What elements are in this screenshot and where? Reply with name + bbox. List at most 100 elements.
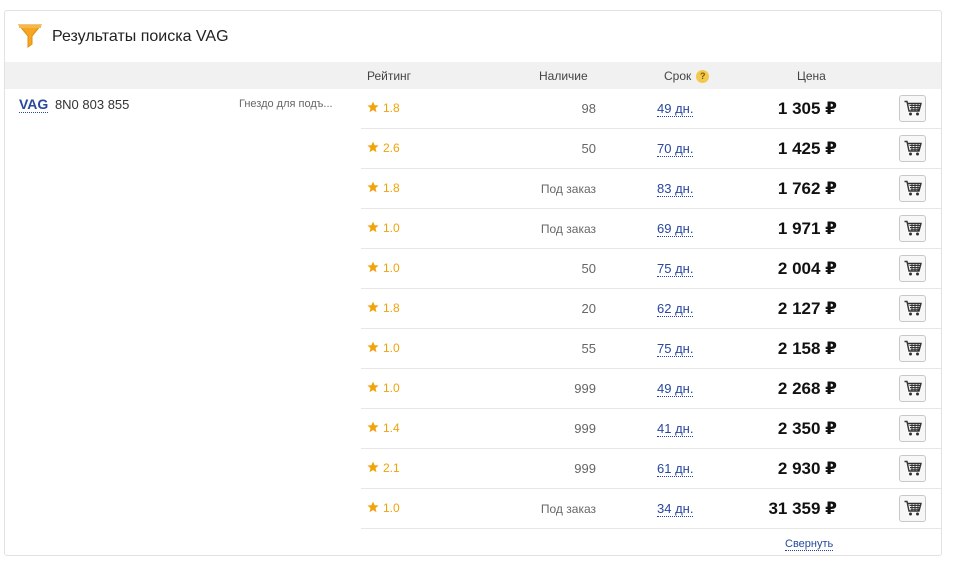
rating-value: 1.8	[383, 101, 400, 115]
availability-value: Под заказ	[540, 222, 596, 236]
delivery-term-link[interactable]: 75 дн.	[657, 261, 694, 277]
star-icon	[367, 421, 379, 433]
add-to-cart-button[interactable]	[899, 415, 926, 442]
price-value: 1 425 ₽	[777, 139, 837, 158]
star-icon	[367, 221, 379, 233]
star-icon	[367, 261, 379, 273]
delivery-term-link[interactable]: 62 дн.	[657, 301, 694, 317]
availability-value: 55	[581, 341, 596, 356]
offer-row: 2.1 999 61 дн. 2 930 ₽	[361, 449, 941, 489]
add-to-cart-button[interactable]	[899, 95, 926, 122]
rating: 1.4	[367, 421, 400, 435]
rating: 1.0	[367, 341, 400, 355]
rating-value: 1.0	[383, 341, 400, 355]
delivery-term-link[interactable]: 70 дн.	[657, 141, 694, 157]
cart-icon	[904, 260, 922, 276]
delivery-term-link[interactable]: 49 дн.	[657, 101, 694, 117]
rating-value: 1.8	[383, 181, 400, 195]
cart-icon	[904, 380, 922, 396]
star-icon	[367, 501, 379, 513]
rating-value: 1.0	[383, 261, 400, 275]
add-to-cart-button[interactable]	[899, 255, 926, 282]
collapse-link[interactable]: Свернуть	[785, 538, 834, 551]
rating: 1.0	[367, 221, 400, 235]
delivery-term-link[interactable]: 41 дн.	[657, 421, 694, 437]
add-to-cart-button[interactable]	[899, 215, 926, 242]
delivery-term-link[interactable]: 49 дн.	[657, 381, 694, 397]
offers-list: 1.8 98 49 дн. 1 305 ₽ 2.6 50 70 дн. 1 42…	[361, 89, 941, 529]
cart-icon	[904, 460, 922, 476]
price-value: 1 762 ₽	[777, 179, 837, 198]
star-icon	[367, 301, 379, 313]
delivery-term-link[interactable]: 34 дн.	[657, 501, 694, 517]
filter-icon	[18, 24, 42, 48]
star-icon	[367, 381, 379, 393]
rating-value: 1.0	[383, 221, 400, 235]
cart-icon	[904, 220, 922, 236]
table-header: Рейтинг Наличие Срок? Цена	[5, 62, 941, 89]
offer-row: 1.8 Под заказ 83 дн. 1 762 ₽	[361, 169, 941, 209]
offer-row: 1.0 Под заказ 34 дн. 31 359 ₽	[361, 489, 941, 529]
price-value: 2 930 ₽	[777, 459, 837, 478]
column-price: Цена	[797, 69, 826, 83]
column-term: Срок?	[664, 69, 710, 83]
add-to-cart-button[interactable]	[899, 455, 926, 482]
rating: 1.8	[367, 181, 400, 195]
delivery-term-link[interactable]: 75 дн.	[657, 341, 694, 357]
price-value: 31 359 ₽	[768, 499, 837, 518]
delivery-term-link[interactable]: 61 дн.	[657, 461, 694, 477]
offer-row: 1.8 98 49 дн. 1 305 ₽	[361, 89, 941, 129]
star-icon	[367, 181, 379, 193]
star-icon	[367, 461, 379, 473]
availability-value: 999	[574, 421, 596, 436]
help-icon[interactable]: ?	[696, 70, 710, 83]
rating-value: 1.8	[383, 301, 400, 315]
offer-row: 1.0 999 49 дн. 2 268 ₽	[361, 369, 941, 409]
add-to-cart-button[interactable]	[899, 175, 926, 202]
rating: 1.0	[367, 501, 400, 515]
availability-value: Под заказ	[540, 502, 596, 516]
column-rating: Рейтинг	[367, 69, 412, 83]
add-to-cart-button[interactable]	[899, 335, 926, 362]
search-results-panel: Результаты поиска VAG Рейтинг Наличие Ср…	[4, 10, 942, 556]
part-description[interactable]: Гнездо для подъ...	[239, 98, 343, 110]
availability-value: 50	[581, 141, 596, 156]
page-title: Результаты поиска VAG	[52, 28, 229, 45]
article-number: 8N0 803 855	[54, 97, 130, 112]
cart-icon	[904, 420, 922, 436]
rating: 1.8	[367, 301, 400, 315]
rating-value: 1.4	[383, 421, 400, 435]
rating-value: 2.6	[383, 141, 400, 155]
star-icon	[367, 101, 379, 113]
offer-row: 2.6 50 70 дн. 1 425 ₽	[361, 129, 941, 169]
offer-row: 1.4 999 41 дн. 2 350 ₽	[361, 409, 941, 449]
star-icon	[367, 141, 379, 153]
rating: 1.0	[367, 381, 400, 395]
brand-link[interactable]: VAG	[19, 96, 49, 113]
price-value: 2 350 ₽	[777, 419, 837, 438]
cart-icon	[904, 340, 922, 356]
cart-icon	[904, 180, 922, 196]
price-value: 1 305 ₽	[777, 99, 837, 118]
add-to-cart-button[interactable]	[899, 295, 926, 322]
add-to-cart-button[interactable]	[899, 135, 926, 162]
delivery-term-link[interactable]: 83 дн.	[657, 181, 694, 197]
availability-value: 20	[581, 301, 596, 316]
rating-value: 1.0	[383, 501, 400, 515]
rating: 2.6	[367, 141, 400, 155]
price-value: 2 127 ₽	[777, 299, 837, 318]
rating-value: 2.1	[383, 461, 400, 475]
price-value: 2 158 ₽	[777, 339, 837, 358]
rating: 1.0	[367, 261, 400, 275]
offer-row: 1.0 50 75 дн. 2 004 ₽	[361, 249, 941, 289]
cart-icon	[904, 300, 922, 316]
availability-value: 98	[581, 101, 596, 116]
offer-row: 1.0 Под заказ 69 дн. 1 971 ₽	[361, 209, 941, 249]
availability-value: 999	[574, 461, 596, 476]
star-icon	[367, 341, 379, 353]
add-to-cart-button[interactable]	[899, 495, 926, 522]
cart-icon	[904, 500, 922, 516]
delivery-term-link[interactable]: 69 дн.	[657, 221, 694, 237]
add-to-cart-button[interactable]	[899, 375, 926, 402]
cart-icon	[904, 100, 922, 116]
